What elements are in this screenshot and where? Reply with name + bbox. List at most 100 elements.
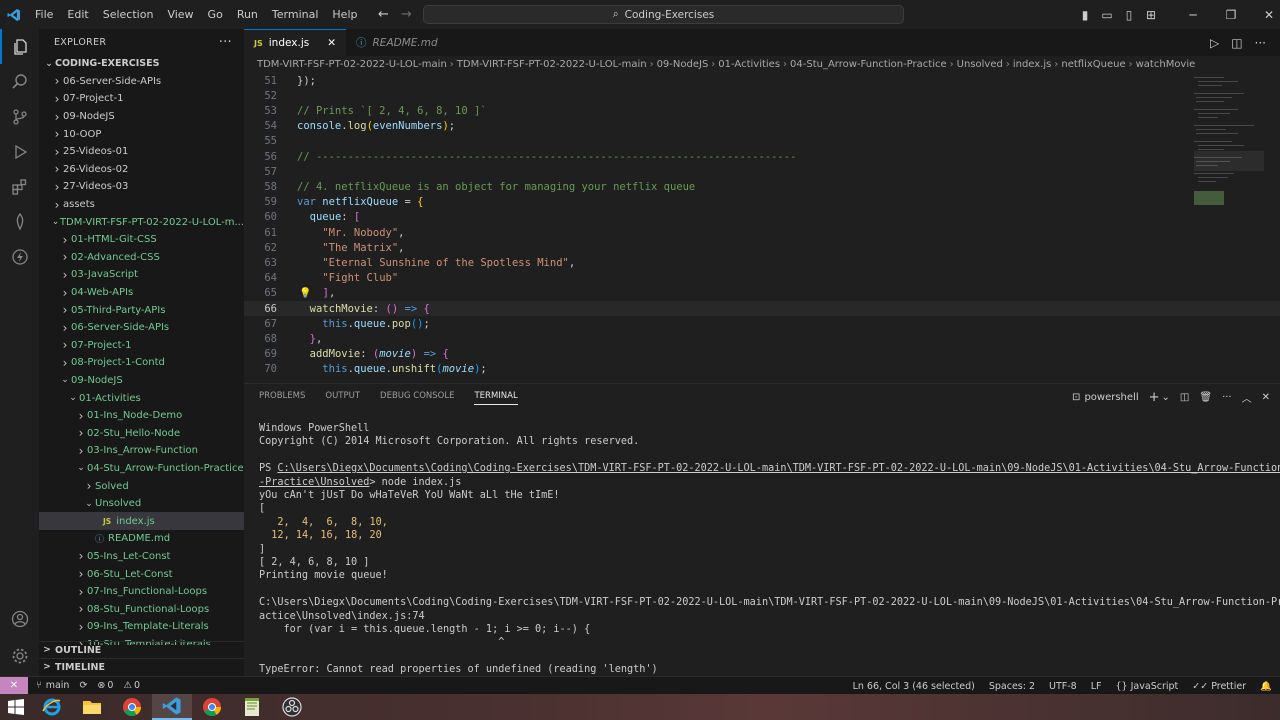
- timeline-section[interactable]: > TIMELINE: [39, 658, 244, 675]
- vscode-logo-icon[interactable]: [0, 0, 28, 29]
- menu-item-view[interactable]: View: [160, 0, 200, 29]
- folder-item[interactable]: › 07-Ins_Functional-Loops: [39, 583, 244, 601]
- extensions-icon[interactable]: [0, 169, 39, 204]
- breadcrumb-item[interactable]: 04-Stu_Arrow-Function-Practice: [790, 59, 947, 70]
- folder-item[interactable]: › 25-Videos-01: [39, 143, 244, 161]
- folder-item[interactable]: › 27-Videos-03: [39, 178, 244, 196]
- more-actions-icon[interactable]: ···: [1255, 36, 1266, 50]
- folder-item[interactable]: › 03-JavaScript: [39, 266, 244, 284]
- breadcrumb-item[interactable]: TDM-VIRT-FSF-PT-02-2022-U-LOL-main: [457, 59, 647, 70]
- file-explorer-icon[interactable]: [72, 694, 112, 720]
- explorer-icon[interactable]: [0, 29, 39, 64]
- tab-index-js[interactable]: JS index.js ✕: [244, 29, 347, 56]
- folder-item[interactable]: › 05-Ins_Let-Const: [39, 548, 244, 566]
- folder-item[interactable]: ⌄ TDM-VIRT-FSF-PT-02-2022-U-LOL-m...: [39, 213, 244, 231]
- menu-item-selection[interactable]: Selection: [96, 0, 161, 29]
- code-line[interactable]: 63 "Eternal Sunshine of the Spotless Min…: [244, 255, 1280, 270]
- indentation[interactable]: Spaces: 2: [989, 681, 1035, 692]
- run-code-icon[interactable]: ▷: [1210, 36, 1219, 50]
- menu-item-edit[interactable]: Edit: [60, 0, 95, 29]
- cursor-position[interactable]: Ln 66, Col 3 (46 selected): [853, 681, 975, 692]
- code-line[interactable]: 68 },: [244, 331, 1280, 346]
- forward-arrow-icon[interactable]: →: [401, 7, 412, 22]
- menu-item-file[interactable]: File: [28, 0, 60, 29]
- lightbulb-icon[interactable]: 💡: [299, 288, 311, 299]
- breadcrumb-item[interactable]: Unsolved: [957, 59, 1003, 70]
- windows-start-icon[interactable]: [0, 694, 32, 720]
- code-line[interactable]: 62 "The Matrix",: [244, 240, 1280, 255]
- breadcrumb-item[interactable]: 01-Activities: [718, 59, 780, 70]
- folder-item[interactable]: › 02-Stu_Hello-Node: [39, 424, 244, 442]
- code-line[interactable]: 61 "Mr. Nobody",: [244, 225, 1280, 240]
- breadcrumb-item[interactable]: 09-NodeJS: [657, 59, 709, 70]
- folder-item[interactable]: › Solved: [39, 477, 244, 495]
- sync-icon[interactable]: ⟳: [79, 680, 87, 691]
- folder-item[interactable]: ⌄ 01-Activities: [39, 389, 244, 407]
- close-icon[interactable]: ✕: [327, 37, 336, 49]
- tab-readme-md[interactable]: ⓘ README.md: [346, 29, 448, 56]
- toggle-secondary-sidebar-icon[interactable]: ▯: [1118, 8, 1140, 22]
- folder-item[interactable]: ⌄ Unsolved: [39, 495, 244, 513]
- chrome-profile-icon[interactable]: [192, 694, 232, 720]
- folder-item[interactable]: › 06-Server-Side-APIs: [39, 73, 244, 91]
- menu-item-help[interactable]: Help: [325, 0, 364, 29]
- folder-item[interactable]: › 03-Ins_Arrow-Function: [39, 442, 244, 460]
- folder-item[interactable]: ⌄ 09-NodeJS: [39, 372, 244, 390]
- code-line[interactable]: 69 addMovie: (movie) => {: [244, 347, 1280, 362]
- code-line[interactable]: 56 // -----------------------------------…: [244, 149, 1280, 164]
- settings-gear-icon[interactable]: [0, 638, 39, 673]
- tab-problems[interactable]: PROBLEMS: [259, 391, 305, 401]
- shell-name[interactable]: powershell: [1084, 392, 1138, 403]
- maximize-button[interactable]: ❐: [1220, 8, 1242, 22]
- toggle-sidebar-icon[interactable]: ▮: [1074, 8, 1096, 22]
- error-count[interactable]: 0: [107, 680, 113, 691]
- end-of-line[interactable]: LF: [1091, 681, 1102, 692]
- code-line[interactable]: 66 watchMovie: () => {: [244, 301, 1280, 317]
- back-arrow-icon[interactable]: ←: [378, 7, 389, 22]
- split-terminal-icon[interactable]: ◫: [1180, 392, 1189, 403]
- internet-explorer-icon[interactable]: [32, 694, 72, 720]
- code-line[interactable]: 51});: [244, 73, 1280, 88]
- encoding[interactable]: UTF-8: [1049, 681, 1077, 692]
- source-control-icon[interactable]: [0, 99, 39, 134]
- close-panel-icon[interactable]: ✕: [1262, 392, 1270, 403]
- code-line[interactable]: 57: [244, 164, 1280, 179]
- prettier-status[interactable]: ✓✓ Prettier: [1192, 681, 1246, 692]
- folder-item[interactable]: › 08-Project-1-Contd: [39, 354, 244, 372]
- branch-name[interactable]: main: [46, 680, 70, 691]
- code-line[interactable]: 55: [244, 134, 1280, 149]
- minimize-button[interactable]: ─: [1182, 8, 1204, 22]
- folder-item[interactable]: › 10-OOP: [39, 125, 244, 143]
- breadcrumb-item[interactable]: TDM-VIRT-FSF-PT-02-2022-U-LOL-main: [257, 59, 447, 70]
- folder-item[interactable]: › assets: [39, 196, 244, 214]
- code-line[interactable]: 54 console.log(evenNumbers);: [244, 119, 1280, 134]
- menu-item-terminal[interactable]: Terminal: [265, 0, 326, 29]
- language-mode[interactable]: {} JavaScript: [1116, 681, 1179, 692]
- maximize-panel-icon[interactable]: ︿: [1242, 390, 1252, 405]
- menu-item-go[interactable]: Go: [201, 0, 230, 29]
- tab-output[interactable]: OUTPUT: [325, 391, 360, 401]
- breadcrumb-item[interactable]: watchMovie: [1136, 59, 1196, 70]
- folder-item[interactable]: › 09-NodeJS: [39, 108, 244, 126]
- toggle-panel-icon[interactable]: ▭: [1096, 8, 1118, 22]
- breadcrumb-item[interactable]: index.js: [1013, 59, 1052, 70]
- run-debug-icon[interactable]: [0, 134, 39, 169]
- folder-item[interactable]: ⌄ CODING-EXERCISES: [39, 55, 244, 73]
- code-line[interactable]: 59 var netflixQueue = {: [244, 195, 1280, 210]
- remote-icon[interactable]: ✕: [0, 676, 28, 695]
- trash-icon[interactable]: 🗑: [1199, 392, 1212, 403]
- folder-item[interactable]: › 05-Third-Party-APIs: [39, 301, 244, 319]
- code-line[interactable]: 67 this.queue.pop();: [244, 316, 1280, 331]
- folder-item[interactable]: ⌄ 04-Stu_Arrow-Function-Practice: [39, 460, 244, 478]
- folder-item[interactable]: › 06-Server-Side-APIs: [39, 319, 244, 337]
- folder-item[interactable]: › 06-Stu_Let-Const: [39, 565, 244, 583]
- warning-count[interactable]: 0: [134, 680, 140, 691]
- folder-item[interactable]: › 26-Videos-02: [39, 161, 244, 179]
- folder-item[interactable]: › 02-Advanced-CSS: [39, 249, 244, 267]
- folder-item[interactable]: › 01-HTML-Git-CSS: [39, 231, 244, 249]
- breadcrumb-item[interactable]: netflixQueue: [1061, 59, 1125, 70]
- outline-section[interactable]: > OUTLINE: [39, 641, 244, 658]
- folder-item[interactable]: › 04-Web-APIs: [39, 284, 244, 302]
- mongodb-icon[interactable]: [0, 204, 39, 239]
- search-icon[interactable]: [0, 64, 39, 99]
